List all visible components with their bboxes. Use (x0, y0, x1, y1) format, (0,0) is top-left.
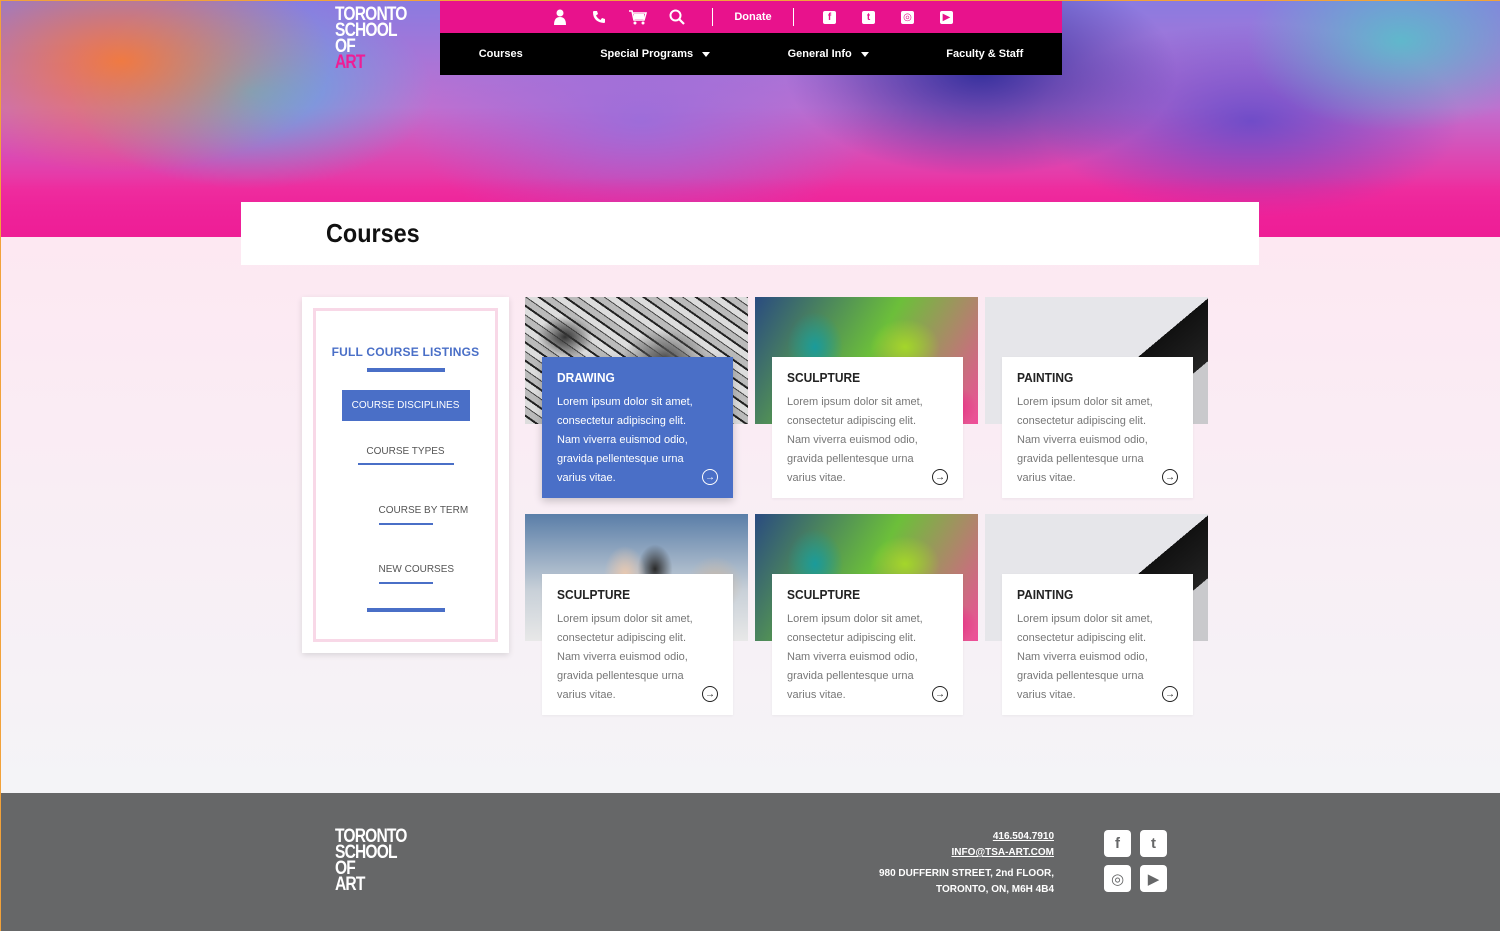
sidebar-heading[interactable]: FULL COURSE LISTINGS (316, 345, 495, 359)
course-card-sculpture[interactable]: SCULPTURE Lorem ipsum dolor sit amet, co… (755, 297, 978, 515)
course-card-panel: PAINTING Lorem ipsum dolor sit amet, con… (1002, 357, 1193, 498)
youtube-icon[interactable]: ▶ (1140, 865, 1167, 892)
instagram-icon[interactable]: ◎ (888, 1, 927, 33)
nav-item-faculty-staff[interactable]: Faculty & Staff (946, 48, 1023, 60)
logo-line: ART (335, 874, 365, 895)
donate-link[interactable]: Donate (729, 11, 777, 23)
course-title: SCULPTURE (787, 587, 861, 602)
nav-item-courses[interactable]: Courses (479, 48, 523, 60)
twitter-icon[interactable]: t (849, 1, 888, 33)
site-logo[interactable]: TORONTO SCHOOL OF ART (335, 5, 407, 73)
arrow-right-icon[interactable]: → (702, 686, 718, 702)
sidebar-item-new-courses[interactable]: NEW COURSES (379, 564, 455, 575)
course-title: DRAWING (557, 370, 615, 385)
twitter-icon[interactable]: t (1140, 830, 1167, 857)
nav-item-label: Special Programs (600, 48, 694, 60)
course-card-panel: PAINTING Lorem ipsum dolor sit amet, con… (1002, 574, 1193, 715)
content-background (1, 237, 1500, 793)
sidebar-item-course-by-term[interactable]: COURSE BY TERM (379, 505, 469, 516)
course-title: SCULPTURE (557, 587, 631, 602)
course-card-painting[interactable]: PAINTING Lorem ipsum dolor sit amet, con… (985, 514, 1208, 732)
divider (378, 582, 433, 584)
divider (712, 8, 713, 26)
arrow-right-icon[interactable]: → (932, 469, 948, 485)
sidebar-item-course-types[interactable]: COURSE TYPES (357, 446, 454, 465)
course-card-panel: SCULPTURE Lorem ipsum dolor sit amet, co… (542, 574, 733, 715)
nav-item-label: General Info (787, 48, 852, 60)
youtube-icon[interactable]: ▶ (927, 1, 966, 33)
course-description: Lorem ipsum dolor sit amet, consectetur … (557, 396, 693, 484)
course-card-drawing[interactable]: DRAWING Lorem ipsum dolor sit amet, cons… (525, 297, 748, 515)
course-description: Lorem ipsum dolor sit amet, consectetur … (557, 613, 693, 701)
nav-item-general-info[interactable]: General Info (788, 48, 869, 60)
course-title: PAINTING (1017, 587, 1074, 602)
facebook-icon[interactable]: f (1104, 830, 1131, 857)
nav-item-label: Faculty & Staff (946, 48, 1024, 60)
arrow-right-icon[interactable]: → (702, 469, 718, 485)
sidebar-item-course-disciplines[interactable]: COURSE DISCIPLINES (341, 390, 470, 421)
course-card-panel: SCULPTURE Lorem ipsum dolor sit amet, co… (772, 357, 963, 498)
utility-bar: Donate f t ◎ ▶ (440, 1, 1062, 33)
site-footer: TORONTO SCHOOL OF ART 416.504.7910 INFO@… (1, 793, 1500, 931)
course-description: Lorem ipsum dolor sit amet, consectetur … (787, 613, 923, 701)
footer-contact: 416.504.7910 INFO@TSA-ART.COM 980 DUFFER… (879, 829, 1054, 898)
arrow-right-icon[interactable]: → (932, 686, 948, 702)
course-title: SCULPTURE (787, 370, 861, 385)
phone-icon[interactable] (579, 1, 618, 33)
nav-item-label: Courses (478, 48, 523, 60)
footer-address-line: 980 DUFFERIN STREET, 2nd FLOOR, (878, 868, 1054, 879)
divider (366, 368, 445, 372)
course-sidebar: FULL COURSE LISTINGS COURSE DISCIPLINES … (302, 297, 509, 653)
divider (793, 8, 794, 26)
sidebar-frame: FULL COURSE LISTINGS COURSE DISCIPLINES … (313, 308, 498, 642)
page-title-bar: Courses (241, 202, 1259, 265)
course-card-panel: SCULPTURE Lorem ipsum dolor sit amet, co… (772, 574, 963, 715)
divider (366, 608, 445, 612)
footer-social-links: f t ◎ ▶ (1104, 830, 1168, 892)
instagram-icon[interactable]: ◎ (1104, 865, 1131, 892)
cart-icon[interactable] (618, 1, 657, 33)
course-card-painting[interactable]: PAINTING Lorem ipsum dolor sit amet, con… (985, 297, 1208, 515)
footer-phone-link[interactable]: 416.504.7910 (879, 829, 1054, 845)
chevron-down-icon (702, 51, 711, 57)
chevron-down-icon (860, 51, 869, 57)
footer-email-link[interactable]: INFO@TSA-ART.COM (879, 845, 1054, 861)
primary-menu: Courses Special Programs General Info Fa… (440, 33, 1062, 75)
arrow-right-icon[interactable]: → (1162, 686, 1178, 702)
course-description: Lorem ipsum dolor sit amet, consectetur … (1017, 396, 1153, 484)
facebook-icon[interactable]: f (810, 1, 849, 33)
main-navigation: Donate f t ◎ ▶ Courses Special Programs … (440, 1, 1062, 75)
course-card-sculpture[interactable]: SCULPTURE Lorem ipsum dolor sit amet, co… (755, 514, 978, 732)
logo-line: ART (335, 52, 365, 73)
footer-address-line: TORONTO, ON, M6H 4B4 (936, 884, 1054, 895)
footer-logo[interactable]: TORONTO SCHOOL OF ART (335, 827, 407, 895)
divider (378, 523, 433, 525)
page-title: Courses (326, 218, 420, 248)
nav-item-special-programs[interactable]: Special Programs (600, 48, 711, 60)
course-card-sculpture[interactable]: SCULPTURE Lorem ipsum dolor sit amet, co… (525, 514, 748, 732)
course-card-panel: DRAWING Lorem ipsum dolor sit amet, cons… (542, 357, 733, 498)
course-title: PAINTING (1017, 370, 1074, 385)
arrow-right-icon[interactable]: → (1162, 469, 1178, 485)
user-icon[interactable] (540, 1, 579, 33)
course-description: Lorem ipsum dolor sit amet, consectetur … (787, 396, 923, 484)
course-description: Lorem ipsum dolor sit amet, consectetur … (1017, 613, 1153, 701)
search-icon[interactable] (657, 1, 696, 33)
